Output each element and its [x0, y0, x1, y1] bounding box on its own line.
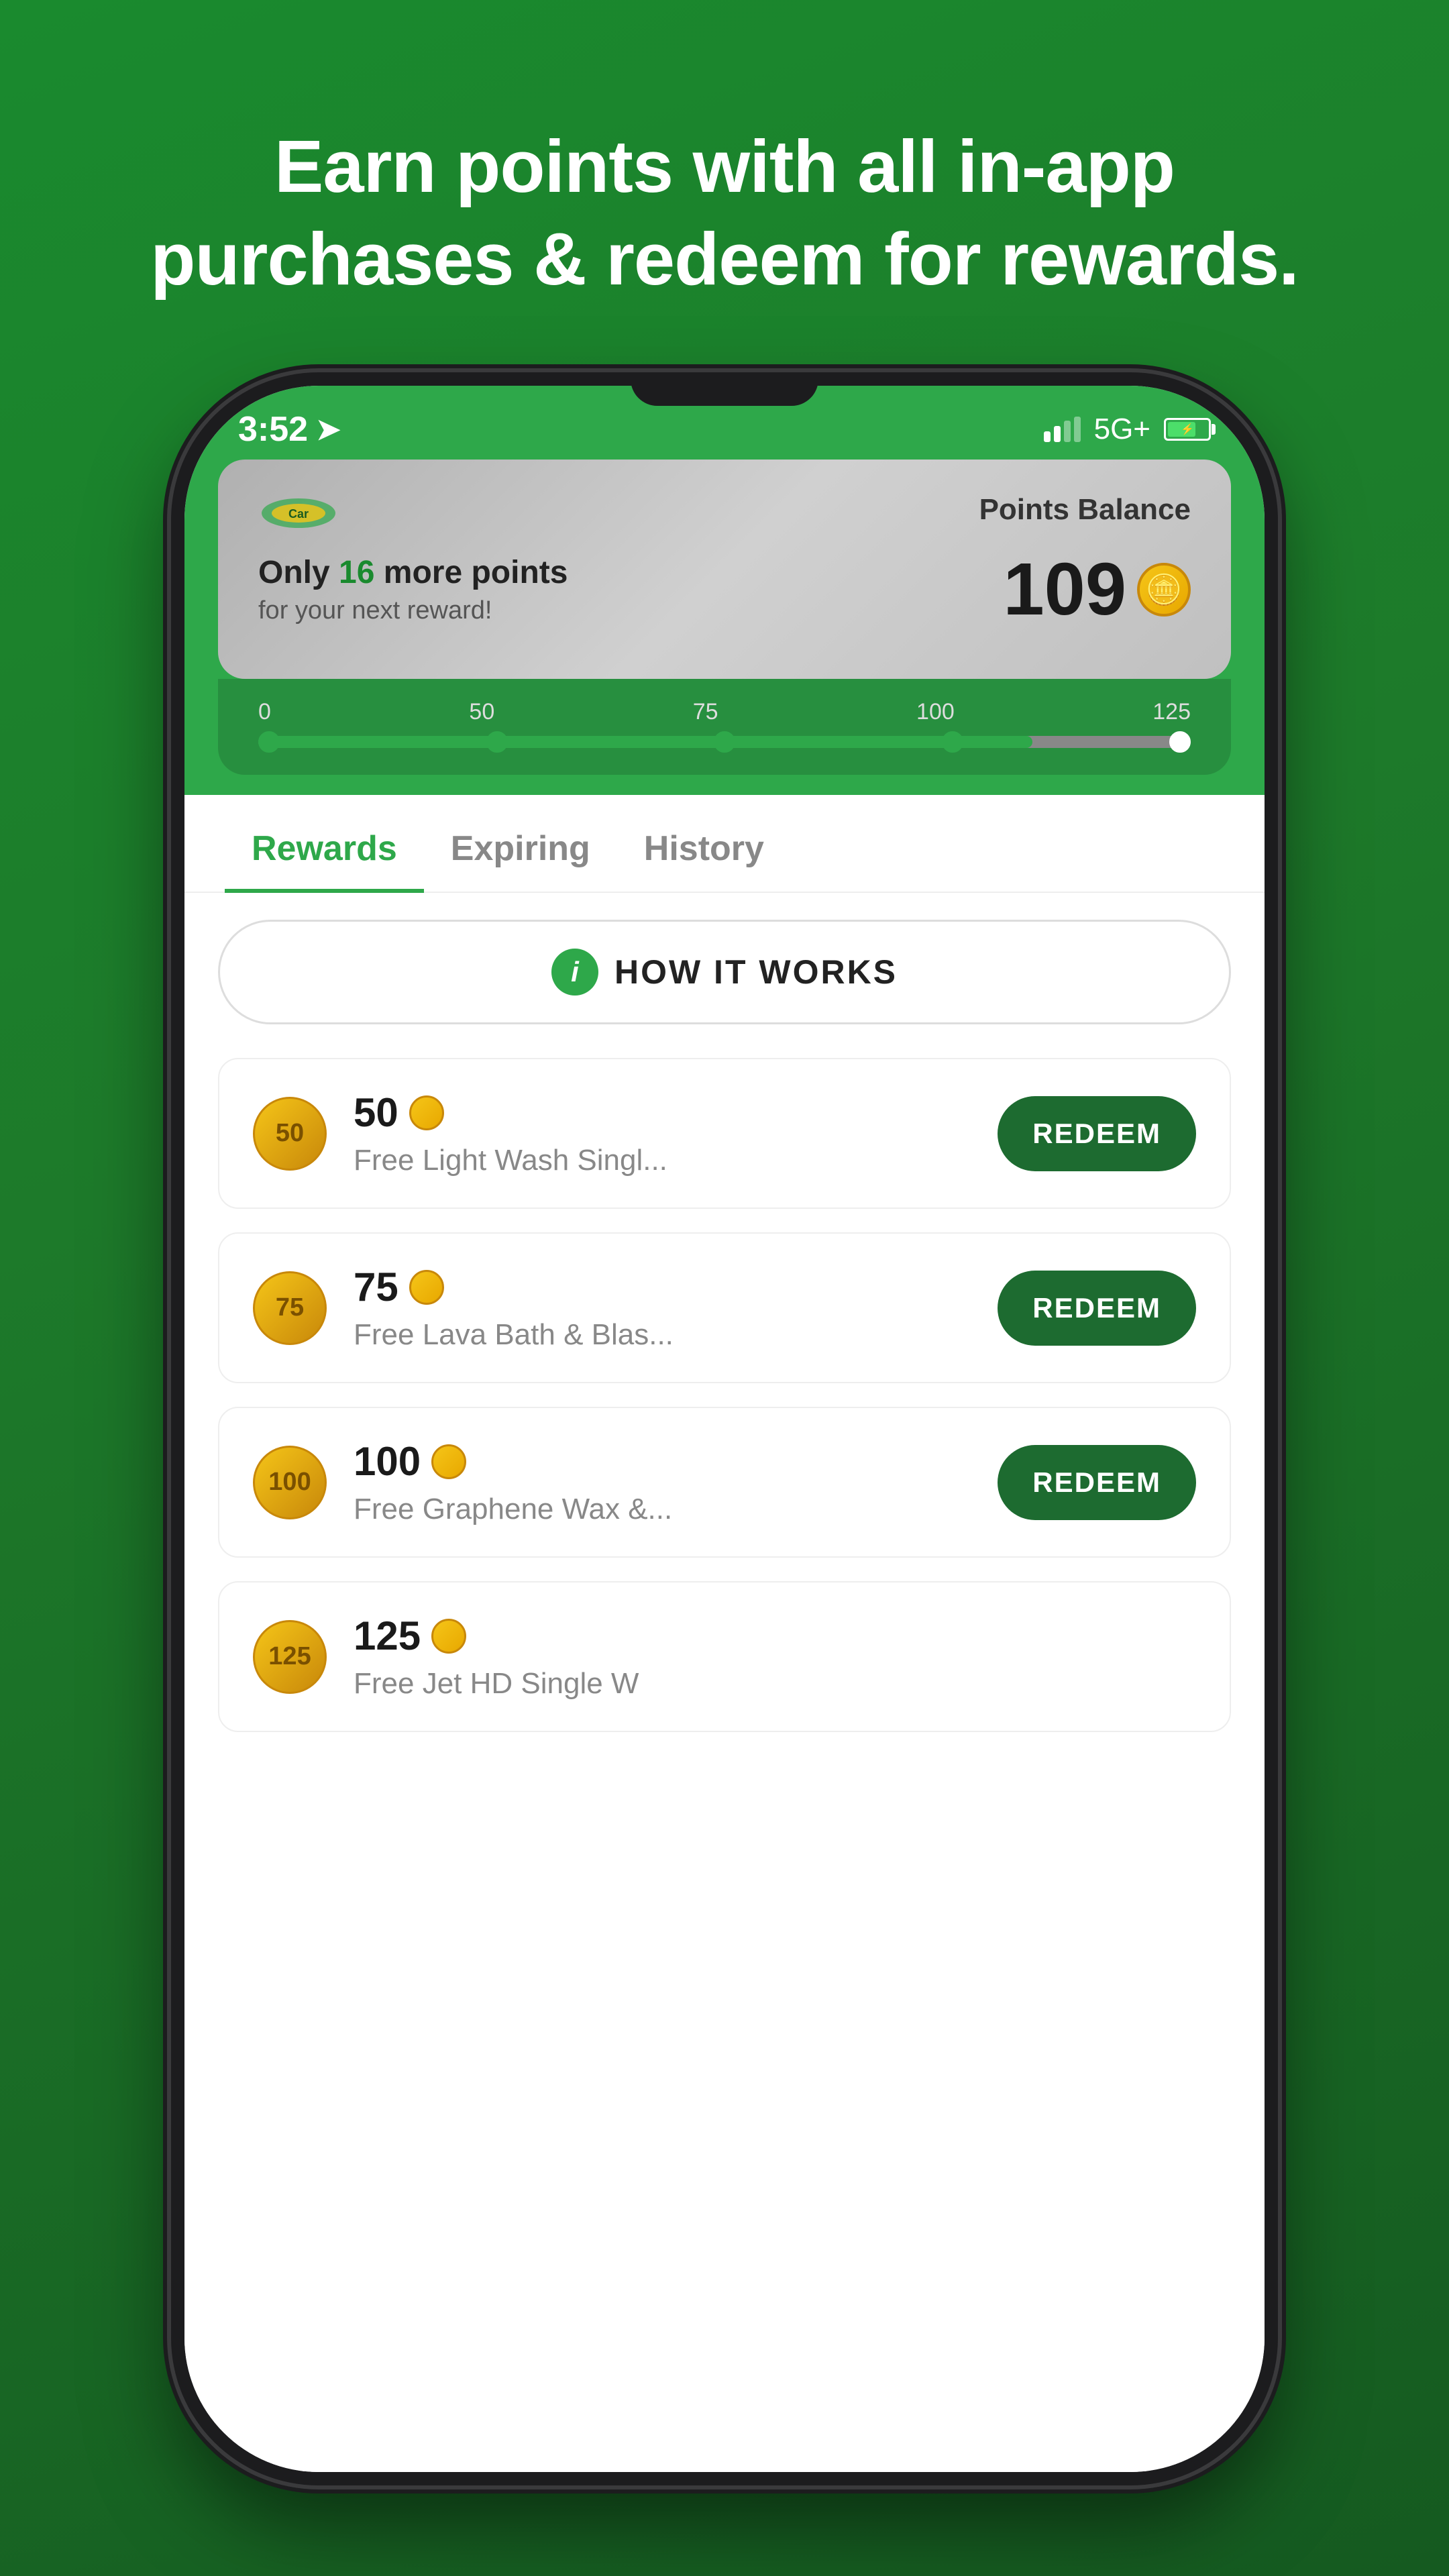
how-it-works-button[interactable]: i HOW IT WORKS	[218, 920, 1231, 1024]
tabs: Rewards Expiring History	[184, 795, 1265, 893]
location-arrow-icon: ➤	[316, 413, 341, 447]
progress-track	[258, 736, 1191, 748]
points-number-area: 109 🪙	[1003, 547, 1191, 632]
reward-points-100: 100	[354, 1438, 421, 1485]
reward-info-75: 75 Free Lava Bath & Blas...	[354, 1264, 971, 1352]
points-card: Car Points Balance Only 16 more points f…	[218, 460, 1231, 679]
phone-screen: 3:52 ➤ 5G+ ⚡	[184, 386, 1265, 2472]
app-header: Car Points Balance Only 16 more points f…	[184, 460, 1265, 795]
status-right-icons: 5G+ ⚡	[1044, 413, 1211, 446]
progress-label-50: 50	[469, 699, 494, 725]
redeem-button-75[interactable]: REDEEM	[998, 1271, 1196, 1346]
progress-dot-50	[486, 731, 508, 753]
headline: Earn points with all in-app purchases & …	[0, 0, 1449, 372]
progress-dots	[258, 731, 1191, 753]
phone-frame: 3:52 ➤ 5G+ ⚡	[171, 372, 1278, 2485]
reward-item-100: 100 100 Free Graphene Wax &... REDEEM	[218, 1407, 1231, 1558]
points-main-text: Only 16 more points	[258, 554, 1003, 591]
reward-info-50: 50 Free Light Wash Singl...	[354, 1089, 971, 1177]
progress-dot-100	[942, 731, 963, 753]
points-card-top: Car Points Balance	[258, 493, 1191, 533]
reward-points-125: 125	[354, 1613, 421, 1659]
coin-icon-large: 🪙	[1137, 563, 1191, 616]
content-area: Rewards Expiring History i HOW IT WORKS …	[184, 795, 1265, 2472]
redeem-button-100[interactable]: REDEEM	[998, 1445, 1196, 1520]
reward-item-125: 125 125 Free Jet HD Single W	[218, 1581, 1231, 1732]
how-it-works-label: HOW IT WORKS	[614, 953, 898, 991]
coin-icon-small-125	[431, 1619, 466, 1654]
reward-badge-125: 125	[253, 1620, 327, 1694]
points-text-area: Only 16 more points for your next reward…	[258, 554, 1003, 625]
reward-badge-75: 75	[253, 1271, 327, 1345]
svg-text:Car: Car	[288, 507, 309, 521]
progress-dot-0	[258, 731, 280, 753]
redeem-button-50[interactable]: REDEEM	[998, 1096, 1196, 1171]
coin-icon-small-100	[431, 1444, 466, 1479]
points-info: Only 16 more points for your next reward…	[258, 547, 1191, 632]
network-label: 5G+	[1094, 413, 1150, 446]
coin-icon-small-75	[409, 1270, 444, 1305]
tab-rewards[interactable]: Rewards	[225, 795, 424, 893]
camera-notch	[631, 372, 818, 406]
progress-section: 0 50 75 100 125	[218, 679, 1231, 775]
signal-bars-icon	[1044, 417, 1081, 442]
balance-label: Points Balance	[979, 493, 1191, 527]
reward-info-100: 100 Free Graphene Wax &...	[354, 1438, 971, 1526]
scroll-content[interactable]: i HOW IT WORKS 50 50 Free Light Wash Sin…	[184, 893, 1265, 2472]
battery-icon: ⚡	[1164, 418, 1211, 441]
reward-badge-100: 100	[253, 1446, 327, 1519]
reward-desc-125: Free Jet HD Single W	[354, 1667, 1196, 1701]
progress-labels: 0 50 75 100 125	[258, 699, 1191, 725]
reward-desc-75: Free Lava Bath & Blas...	[354, 1318, 971, 1352]
tab-history[interactable]: History	[617, 795, 791, 893]
progress-label-75: 75	[693, 699, 718, 725]
reward-info-125: 125 Free Jet HD Single W	[354, 1613, 1196, 1701]
brand-logo: Car	[258, 493, 339, 533]
coin-icon-small-50	[409, 1095, 444, 1130]
progress-label-100: 100	[916, 699, 955, 725]
reward-desc-100: Free Graphene Wax &...	[354, 1493, 971, 1526]
reward-badge-50: 50	[253, 1097, 327, 1171]
tab-expiring[interactable]: Expiring	[424, 795, 617, 893]
progress-dot-75	[714, 731, 735, 753]
points-sub-text: for your next reward!	[258, 596, 1003, 625]
progress-label-125: 125	[1152, 699, 1191, 725]
reward-points-75: 75	[354, 1264, 398, 1310]
reward-item-75: 75 75 Free Lava Bath & Blas... REDEEM	[218, 1232, 1231, 1383]
progress-label-0: 0	[258, 699, 271, 725]
reward-points-50: 50	[354, 1089, 398, 1136]
reward-item-50: 50 50 Free Light Wash Singl... REDEEM	[218, 1058, 1231, 1209]
reward-desc-50: Free Light Wash Singl...	[354, 1144, 971, 1177]
points-balance-number: 109	[1003, 547, 1126, 632]
status-time: 3:52 ➤	[238, 409, 341, 449]
progress-dot-125	[1169, 731, 1191, 753]
info-icon: i	[551, 949, 598, 996]
